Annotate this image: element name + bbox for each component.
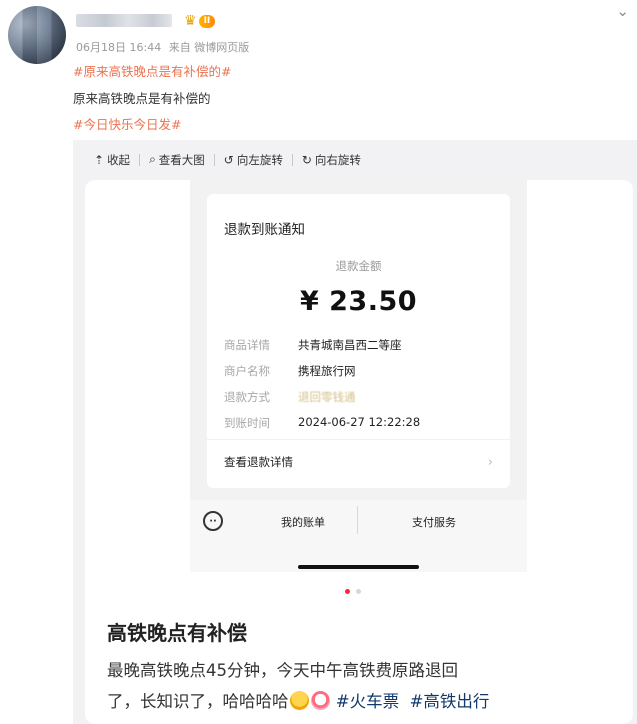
divider — [213, 153, 215, 166]
post-source: 来自 微博网页版 — [168, 41, 250, 54]
post-text: 原来高铁晚点是有补偿的 — [73, 91, 211, 106]
row-key: 退款方式 — [224, 390, 270, 404]
row-value: 携程旅行网 — [298, 364, 356, 378]
rotate-left-icon: ↺ — [223, 152, 234, 167]
divider — [139, 153, 141, 166]
divider — [357, 506, 358, 534]
row-value: 共青城南昌西二等座 — [298, 338, 402, 352]
avatar[interactable] — [8, 6, 66, 64]
payment-service-button[interactable]: 支付服务 — [412, 514, 456, 530]
note-body-line: 了，长知识了，哈哈哈哈 #火车票 #高铁出行 — [107, 686, 627, 717]
crown-icon: ♛ — [184, 13, 197, 29]
my-bill-button[interactable]: 我的账单 — [281, 514, 325, 530]
view-large-label: 查看大图 — [158, 152, 205, 167]
collapse-button[interactable]: ⇡ 收起 — [94, 152, 130, 168]
post-meta: 06月18日 16:44 来自 微博网页版 — [76, 39, 253, 55]
row-key: 商品详情 — [224, 338, 270, 352]
hashtag-link[interactable]: #火车票 — [336, 692, 399, 711]
carousel-dot[interactable] — [356, 589, 361, 594]
detail-row: 商户名称 携程旅行网 — [224, 363, 356, 379]
detail-link-label: 查看退款详情 — [224, 455, 293, 469]
note-body-text: 了，长知识了，哈哈哈哈 — [107, 692, 289, 711]
topic-link[interactable]: #今日快乐今日发# — [73, 114, 181, 133]
rotate-right-button[interactable]: ↻ 向右旋转 — [302, 152, 361, 168]
detail-row: 退款方式 退回零钱通 — [224, 389, 356, 405]
row-value: 2024-06-27 12:22:28 — [298, 415, 421, 429]
chevron-down-icon[interactable]: ⌄ — [616, 2, 629, 20]
collapse-label: 收起 — [107, 152, 131, 167]
rotate-right-icon: ↻ — [301, 152, 312, 167]
chevron-right-icon: › — [487, 454, 493, 470]
amount-label: 退款金额 — [335, 259, 382, 273]
detail-row: 商品详情 共青城南昌西二等座 — [224, 337, 402, 353]
rotate-left-button[interactable]: ↺ 向左旋转 — [224, 152, 283, 168]
rotate-right-label: 向右旋转 — [314, 152, 361, 167]
refund-screenshot[interactable]: 退款到账通知 退款金额 ¥ 23.50 商品详情 共青城南昌西二等座 商户名称 … — [190, 180, 527, 572]
divider — [291, 153, 293, 166]
note-card[interactable]: 退款到账通知 退款金额 ¥ 23.50 商品详情 共青城南昌西二等座 商户名称 … — [85, 180, 633, 724]
refund-detail-link[interactable]: 查看退款详情 › — [224, 454, 493, 470]
note-title: 高铁晚点有补偿 — [107, 621, 247, 645]
image-preview: ⇡ 收起 ⌕ 查看大图 ↺ 向左旋转 ↻ 向右旋转 退款到账通知 退款金额 ¥ … — [73, 140, 637, 724]
post-date[interactable]: 06月18日 16:44 — [76, 41, 161, 54]
carousel-indicator — [345, 589, 361, 594]
row-key: 到账时间 — [224, 416, 270, 430]
refund-title: 退款到账通知 — [224, 222, 305, 238]
hashtag-link[interactable]: #高铁出行 — [410, 692, 490, 711]
collapse-icon: ⇡ — [94, 152, 105, 167]
robot-icon[interactable]: ·· — [203, 511, 223, 531]
image-toolbar: ⇡ 收起 ⌕ 查看大图 ↺ 向左旋转 ↻ 向右旋转 — [73, 140, 637, 179]
refund-amount: ¥ 23.50 — [299, 286, 418, 317]
row-value: 退回零钱通 — [298, 390, 356, 404]
view-large-button[interactable]: ⌕ 查看大图 — [149, 152, 205, 168]
vip-badge[interactable]: ♛ II — [184, 13, 216, 29]
note-body-line: 最晚高铁晚点45分钟，今天中午高铁费原路退回 — [107, 661, 458, 680]
laughing-emoji-icon — [289, 691, 309, 710]
rotate-left-label: 向左旋转 — [236, 152, 283, 167]
row-key: 商户名称 — [224, 364, 270, 378]
topic-link[interactable]: #原来高铁晚点是有补偿的# — [73, 61, 231, 80]
search-icon: ⌕ — [149, 152, 156, 166]
detail-row: 到账时间 2024-06-27 12:22:28 — [224, 415, 420, 431]
username[interactable] — [76, 14, 172, 27]
vip-level: II — [198, 14, 216, 28]
carousel-dot[interactable] — [345, 589, 350, 594]
divider — [207, 439, 510, 440]
note-body: 最晚高铁晚点45分钟，今天中午高铁费原路退回 了，长知识了，哈哈哈哈 #火车票 … — [107, 655, 627, 717]
home-indicator — [298, 565, 419, 569]
refund-notice: 退款到账通知 退款金额 ¥ 23.50 商品详情 共青城南昌西二等座 商户名称 … — [207, 194, 510, 488]
clown-emoji-icon — [310, 691, 330, 710]
phone-bottom-bar: ·· 我的账单 支付服务 — [190, 500, 527, 572]
